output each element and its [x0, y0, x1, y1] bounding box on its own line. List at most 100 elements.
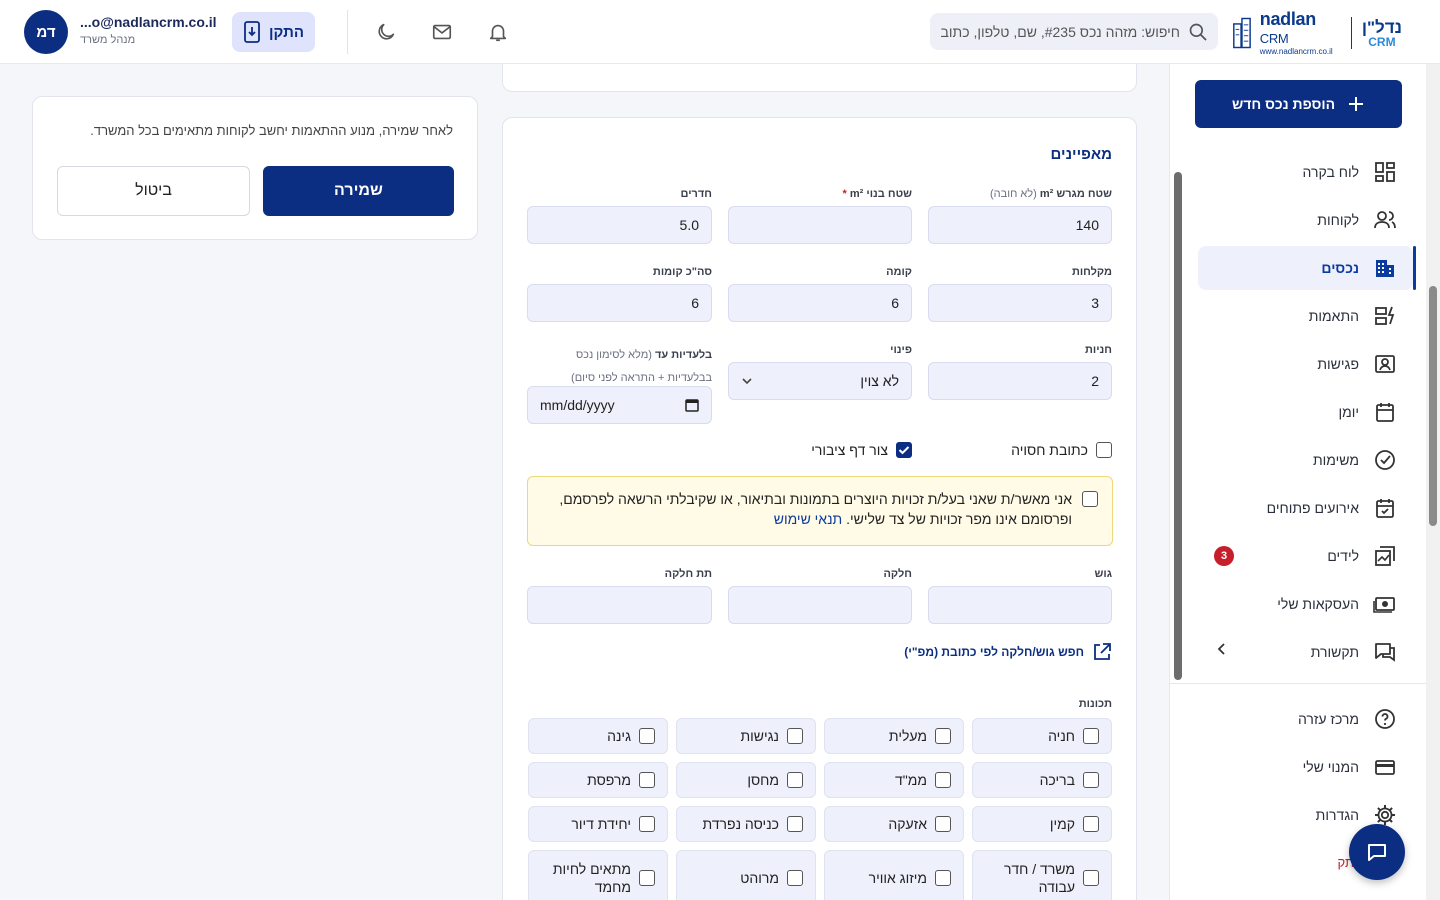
- floor-label: קומה: [886, 266, 912, 278]
- feature-checkbox[interactable]: קמין: [972, 806, 1112, 842]
- checkbox-box[interactable]: [787, 816, 803, 832]
- feature-checkbox[interactable]: גינה: [528, 718, 668, 754]
- feature-checkbox[interactable]: מתאים לחיות מחמד: [528, 850, 668, 900]
- checkbox-box[interactable]: [1096, 442, 1112, 458]
- feature-label: כניסה נפרדת: [702, 816, 779, 832]
- sidebar-item-label: לקוחות: [1317, 212, 1359, 228]
- parking-input[interactable]: 2: [928, 362, 1112, 400]
- save-button[interactable]: שמירה: [263, 166, 454, 216]
- sidebar-item-leads[interactable]: לידים 3: [1198, 534, 1413, 578]
- total-floors-input[interactable]: 6: [527, 284, 712, 322]
- feature-checkbox[interactable]: חניה: [972, 718, 1112, 754]
- built-area-input[interactable]: [728, 206, 912, 244]
- checkbox-box[interactable]: [935, 816, 951, 832]
- feature-checkbox[interactable]: מחסן: [676, 762, 816, 798]
- checkbox-box[interactable]: [1083, 870, 1099, 886]
- sidebar-item-check-circle[interactable]: משימות: [1198, 438, 1413, 482]
- checkbox-box[interactable]: [787, 772, 803, 788]
- money-icon: [1373, 592, 1397, 616]
- hidden-address-checkbox[interactable]: כתובת חסויה: [1011, 442, 1112, 458]
- install-app-button[interactable]: התקן: [232, 12, 315, 52]
- properties-card: מאפיינים שטח מגרש m² (לא חובה) 140 שטח ב…: [502, 117, 1137, 900]
- sidebar-item-users[interactable]: לקוחות: [1198, 198, 1413, 242]
- checkbox-box[interactable]: [639, 816, 655, 832]
- calendar-picker-icon[interactable]: [685, 398, 699, 412]
- mail-icon[interactable]: [430, 20, 454, 44]
- checkbox-box[interactable]: [1083, 728, 1099, 744]
- sidebar-item-event[interactable]: אירועים פתוחים: [1198, 486, 1413, 530]
- sidebar-item-money[interactable]: העסקאות שלי: [1198, 582, 1413, 626]
- checkbox-box[interactable]: [1083, 772, 1099, 788]
- feature-checkbox[interactable]: מרוהט: [676, 850, 816, 900]
- gush-search-text: חפש גוש/חלקה לפי כתובת (מפ"י): [904, 645, 1084, 659]
- meeting-icon: [1373, 352, 1397, 376]
- feature-checkbox[interactable]: כניסה נפרדת: [676, 806, 816, 842]
- feature-checkbox[interactable]: נגישות: [676, 718, 816, 754]
- feature-checkbox[interactable]: מיזוג אוויר: [824, 850, 964, 900]
- app-logo[interactable]: nadlan CRM www.nadlancrm.co.il נדל"ן CRM: [1232, 10, 1402, 56]
- sidebar-item-card[interactable]: המנוי שלי: [1198, 745, 1413, 789]
- external-link-icon: [1092, 642, 1112, 662]
- user-info[interactable]: ...o@nadlancrm.co.il מנהל משרד: [80, 14, 225, 46]
- feature-checkbox[interactable]: יחידת דיור: [528, 806, 668, 842]
- helka-input[interactable]: [728, 586, 912, 624]
- bell-icon[interactable]: [486, 20, 510, 44]
- sidebar-item-building[interactable]: נכסים: [1198, 246, 1416, 290]
- sidebar-item-calendar[interactable]: יומן: [1198, 390, 1413, 434]
- feature-checkbox[interactable]: משרד / חדר עבודה: [972, 850, 1112, 900]
- sidebar-item-dashboard[interactable]: לוח בקרה: [1198, 150, 1413, 194]
- copyright-consent[interactable]: אני מאשר/ת שאני בעל/ת זכויות היוצרים בתמ…: [527, 476, 1113, 546]
- feature-checkbox[interactable]: אזעקה: [824, 806, 964, 842]
- sidebar-scrollbar[interactable]: [1174, 164, 1182, 684]
- checkbox-box[interactable]: [639, 728, 655, 744]
- checkbox-box[interactable]: [639, 870, 655, 886]
- checkbox-box[interactable]: [639, 772, 655, 788]
- sidebar-item-label: תקשורת: [1310, 644, 1359, 660]
- sidebar-item-chat[interactable]: תקשורת: [1198, 630, 1413, 674]
- consent-checkbox[interactable]: [1082, 491, 1098, 507]
- add-property-button[interactable]: הוספת נכס חדש: [1195, 80, 1402, 128]
- save-note: לאחר שמירה, מנוע ההתאמות יחשב לקוחות מתא…: [90, 123, 453, 138]
- sidebar-item-help[interactable]: מרכז עזרה: [1198, 697, 1413, 741]
- collapse-chevron-icon[interactable]: [1216, 642, 1228, 656]
- vacancy-select[interactable]: לא צוין: [728, 362, 912, 400]
- leads-count-badge: 3: [1214, 546, 1234, 566]
- checkbox-box[interactable]: [935, 870, 951, 886]
- tat-helka-input[interactable]: [527, 586, 712, 624]
- exclusive-date-input[interactable]: mm/dd/yyyy: [527, 386, 712, 424]
- dark-mode-icon[interactable]: [374, 20, 398, 44]
- page-scrollbar[interactable]: [1426, 64, 1440, 900]
- checkbox-box[interactable]: [935, 772, 951, 788]
- checkbox-box[interactable]: [787, 728, 803, 744]
- cancel-button[interactable]: ביטול: [57, 166, 250, 216]
- dashboard-icon: [1373, 160, 1397, 184]
- gush-input[interactable]: [928, 586, 1112, 624]
- card-icon: [1373, 755, 1397, 779]
- checkbox-box[interactable]: [935, 728, 951, 744]
- sidebar-item-label: נכסים: [1321, 260, 1359, 276]
- feature-checkbox[interactable]: ממ"ד: [824, 762, 964, 798]
- floor-input[interactable]: 6: [728, 284, 912, 322]
- avatar[interactable]: דמ: [24, 10, 68, 54]
- global-search[interactable]: [930, 13, 1218, 50]
- showers-input[interactable]: 3: [928, 284, 1112, 322]
- feature-label: גינה: [607, 728, 631, 744]
- sidebar-item-label: העסקאות שלי: [1277, 596, 1359, 612]
- rooms-input[interactable]: 5.0: [527, 206, 712, 244]
- feature-checkbox[interactable]: מעלית: [824, 718, 964, 754]
- feature-checkbox[interactable]: מרפסת: [528, 762, 668, 798]
- sidebar-item-meeting[interactable]: פגישות: [1198, 342, 1413, 386]
- showers-label: מקלחות: [1071, 266, 1112, 278]
- checkbox-box-checked[interactable]: [896, 442, 912, 458]
- checkbox-box[interactable]: [787, 870, 803, 886]
- chat-support-button[interactable]: [1349, 824, 1405, 880]
- search-input[interactable]: [940, 23, 1180, 40]
- sidebar-item-match[interactable]: התאמות: [1198, 294, 1413, 338]
- public-page-checkbox[interactable]: צור דף ציבורי: [811, 442, 912, 458]
- checkbox-box[interactable]: [1083, 816, 1099, 832]
- lot-area-input[interactable]: 140: [928, 206, 1112, 244]
- gush-search-link[interactable]: חפש גוש/חלקה לפי כתובת (מפ"י): [904, 642, 1112, 662]
- feature-checkbox[interactable]: בריכה: [972, 762, 1112, 798]
- terms-link[interactable]: תנאי שימוש: [774, 511, 843, 527]
- vacancy-value: לא צוין: [860, 373, 899, 389]
